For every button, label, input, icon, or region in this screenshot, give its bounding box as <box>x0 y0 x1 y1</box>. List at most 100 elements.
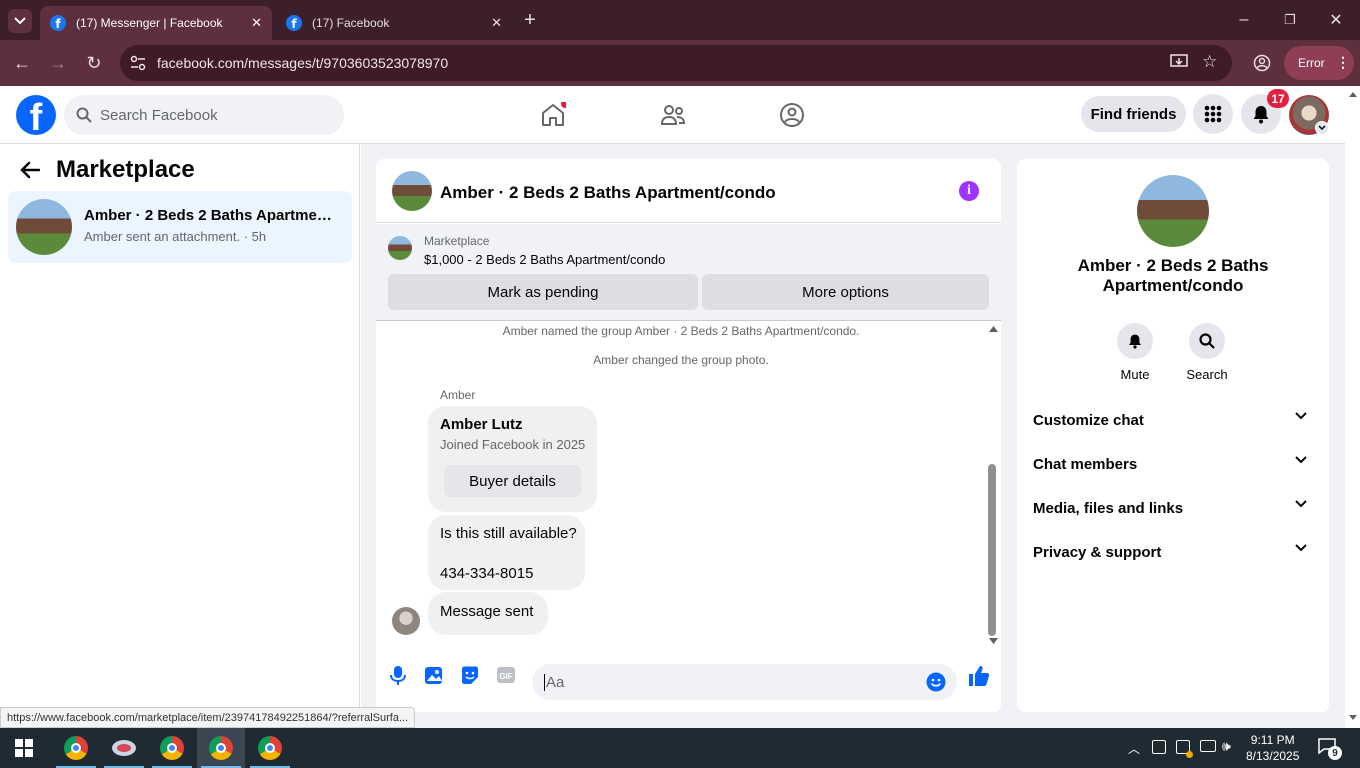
tray-chevron-icon[interactable]: ︿ <box>1128 740 1140 757</box>
url-text: facebook.com/messages/t/9703603523078970 <box>157 55 449 71</box>
composer: GIF Aa <box>376 649 1001 712</box>
system-clock[interactable]: 9:11 PM 8/13/2025 <box>1246 732 1299 764</box>
start-button[interactable] <box>0 728 48 768</box>
input-placeholder: Aa <box>544 673 565 691</box>
message-sent-text: Message sent <box>440 603 534 620</box>
error-button[interactable]: Error ⋮ <box>1284 46 1354 80</box>
microphone-icon[interactable] <box>387 664 409 686</box>
search-conversation-button[interactable]: Search <box>1172 323 1242 382</box>
error-label: Error <box>1298 56 1325 70</box>
svg-text:GIF: GIF <box>499 672 512 681</box>
bell-icon <box>1117 323 1153 359</box>
site-settings-icon[interactable] <box>130 55 146 74</box>
privacy-support-section[interactable]: Privacy & support <box>1033 530 1313 574</box>
photo-icon[interactable] <box>423 664 445 686</box>
media-files-links-section[interactable]: Media, files and links <box>1033 486 1313 530</box>
tab-search-button[interactable] <box>8 9 32 33</box>
chrome-icon <box>64 736 88 760</box>
browser-tab-bar: f (17) Messenger | Facebook ✕ f (17) Fac… <box>0 0 1360 40</box>
info-icon[interactable]: i <box>959 181 979 201</box>
gif-icon[interactable]: GIF <box>495 664 517 686</box>
friends-icon[interactable] <box>660 102 686 128</box>
buyer-details-button[interactable]: Buyer details <box>444 465 581 497</box>
conversation-list: Marketplace Amber · 2 Beds 2 Baths Apart… <box>0 144 360 728</box>
system-message: Amber changed the group photo. <box>593 353 769 367</box>
section-label: Customize chat <box>1033 411 1144 429</box>
customize-chat-section[interactable]: Customize chat <box>1033 398 1313 442</box>
scroll-up-icon[interactable] <box>989 326 998 332</box>
back-icon[interactable]: ← <box>10 51 34 75</box>
chevron-down-icon <box>1295 456 1307 464</box>
address-bar[interactable]: facebook.com/messages/t/9703603523078970… <box>120 45 1232 81</box>
taskbar-chrome-2[interactable] <box>148 728 196 768</box>
buyer-name: Amber Lutz <box>440 416 523 433</box>
clock-time: 9:11 PM <box>1250 733 1295 747</box>
thumbs-up-icon[interactable] <box>967 664 991 688</box>
mute-button[interactable]: Mute <box>1100 323 1170 382</box>
reload-icon[interactable]: ↻ <box>82 51 106 75</box>
groups-icon[interactable] <box>779 102 805 128</box>
listing-title[interactable]: $1,000 - 2 Beds 2 Baths Apartment/condo <box>424 252 665 267</box>
page-scrollbar[interactable] <box>1345 86 1360 728</box>
facebook-header: f Search Facebook Find friends 17 <box>0 86 1345 144</box>
profile-card: Amber Lutz Joined Facebook in 2025 Buyer… <box>428 406 597 512</box>
install-app-icon[interactable] <box>1170 53 1188 74</box>
sender-avatar[interactable] <box>392 607 420 635</box>
search-input[interactable]: Search Facebook <box>64 95 344 135</box>
scroll-thumb[interactable] <box>988 464 996 636</box>
browser-toolbar: ← → ↻ facebook.com/messages/t/9703603523… <box>0 40 1360 86</box>
search-label: Search <box>1186 367 1228 382</box>
scroll-up-icon[interactable] <box>1349 92 1357 97</box>
restore-icon[interactable]: ❐ <box>1280 10 1300 30</box>
chrome-icon <box>209 736 233 760</box>
forward-icon[interactable]: → <box>46 51 70 75</box>
search-icon <box>1189 323 1225 359</box>
bookmark-star-icon[interactable]: ☆ <box>1202 52 1217 72</box>
scroll-down-icon[interactable] <box>1349 715 1357 720</box>
back-arrow-icon[interactable] <box>20 158 41 186</box>
more-options-button[interactable]: More options <box>702 274 989 310</box>
network-icon[interactable] <box>1200 740 1216 752</box>
profile-icon[interactable] <box>1250 51 1274 75</box>
search-placeholder: Search Facebook <box>100 106 218 124</box>
taskbar-chrome-1[interactable] <box>52 728 100 768</box>
account-chevron-icon[interactable] <box>1315 121 1329 135</box>
chat-avatar[interactable] <box>392 171 432 211</box>
taskbar-chrome-3[interactable] <box>197 728 245 768</box>
volume-icon[interactable]: 🕪 <box>1222 738 1231 755</box>
taskbar-chrome-4[interactable] <box>246 728 294 768</box>
chat-title[interactable]: Amber · 2 Beds 2 Baths Apartment/condo <box>440 183 776 203</box>
message-input[interactable]: Aa <box>532 664 957 700</box>
message-bubble: Message sent <box>428 592 548 635</box>
close-tab-icon[interactable]: ✕ <box>251 15 262 31</box>
details-title: Amber · 2 Beds 2 Baths Apartment/condo <box>1077 256 1269 295</box>
message-bubble: Is this still available? 434-334-8015 <box>428 515 585 590</box>
scroll-down-icon[interactable] <box>989 638 998 644</box>
grid-icon <box>1204 105 1222 123</box>
tray-app-icon[interactable] <box>1152 740 1166 754</box>
taskbar-app-2[interactable] <box>100 728 148 768</box>
new-tab-icon[interactable]: + <box>520 9 540 31</box>
notification-center-icon[interactable]: 9 <box>1318 738 1342 760</box>
chat-members-section[interactable]: Chat members <box>1033 442 1313 486</box>
conversation-subtitle: Amber sent an attachment. · 5h <box>84 229 267 244</box>
tab-facebook[interactable]: f (17) Facebook ✕ <box>276 6 512 40</box>
status-url: https://www.facebook.com/marketplace/ite… <box>0 707 416 728</box>
windows-taskbar: ︿ 🕪 9:11 PM 8/13/2025 9 <box>0 728 1360 768</box>
minimize-icon[interactable]: – <box>1234 10 1254 30</box>
close-tab-icon[interactable]: ✕ <box>491 15 502 31</box>
sender-name: Amber <box>440 388 476 402</box>
details-avatar[interactable] <box>1137 175 1209 247</box>
sticker-icon[interactable] <box>459 664 481 686</box>
tab-messenger[interactable]: f (17) Messenger | Facebook ✕ <box>40 6 272 40</box>
home-icon[interactable] <box>540 102 566 128</box>
facebook-logo-icon[interactable]: f <box>16 95 56 135</box>
emoji-icon[interactable] <box>926 672 946 692</box>
listing-thumbnail[interactable] <box>388 236 412 260</box>
mark-as-pending-button[interactable]: Mark as pending <box>388 274 698 310</box>
menu-kebab-icon: ⋮ <box>1336 54 1350 70</box>
find-friends-button[interactable]: Find friends <box>1081 96 1186 132</box>
close-window-icon[interactable]: ✕ <box>1326 10 1346 30</box>
menu-grid-button[interactable] <box>1193 94 1233 134</box>
conversation-item[interactable]: Amber · 2 Beds 2 Baths Apartment/condo A… <box>8 191 352 263</box>
